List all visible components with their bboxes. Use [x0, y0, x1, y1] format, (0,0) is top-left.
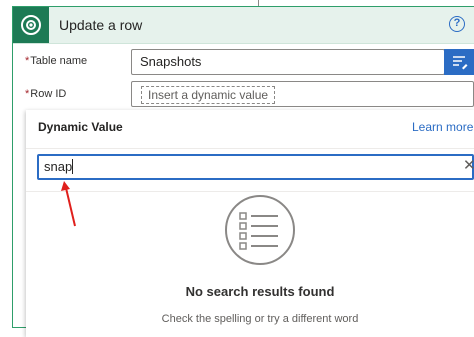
no-results-title: No search results found: [185, 284, 335, 299]
list-icon: [225, 195, 295, 265]
clear-icon[interactable]: ✕: [463, 158, 474, 174]
dynamic-content-toggle-icon[interactable]: [444, 49, 474, 75]
red-arrow-icon: [61, 181, 76, 227]
dataverse-logo-icon: [13, 7, 49, 43]
row-id-label: *Row ID: [25, 88, 67, 100]
card-title: Update a row: [59, 17, 143, 33]
table-name-label-text: Table name: [30, 55, 88, 67]
row-id-input[interactable]: Insert a dynamic value: [131, 81, 474, 107]
row-id-label-text: Row ID: [30, 88, 67, 100]
card-header[interactable]: Update a row ?: [13, 7, 474, 44]
row-id-placeholder[interactable]: Insert a dynamic value: [141, 86, 276, 104]
table-name-label: *Table name: [25, 55, 88, 67]
help-icon[interactable]: ?: [449, 16, 465, 32]
dynamic-value-panel: Dynamic Value Learn more snap ✕ No searc…: [26, 110, 474, 337]
learn-more-link[interactable]: Learn more: [412, 120, 473, 134]
table-name-input[interactable]: Snapshots: [131, 49, 445, 75]
no-results-subtitle: Check the spelling or try a different wo…: [161, 313, 359, 325]
